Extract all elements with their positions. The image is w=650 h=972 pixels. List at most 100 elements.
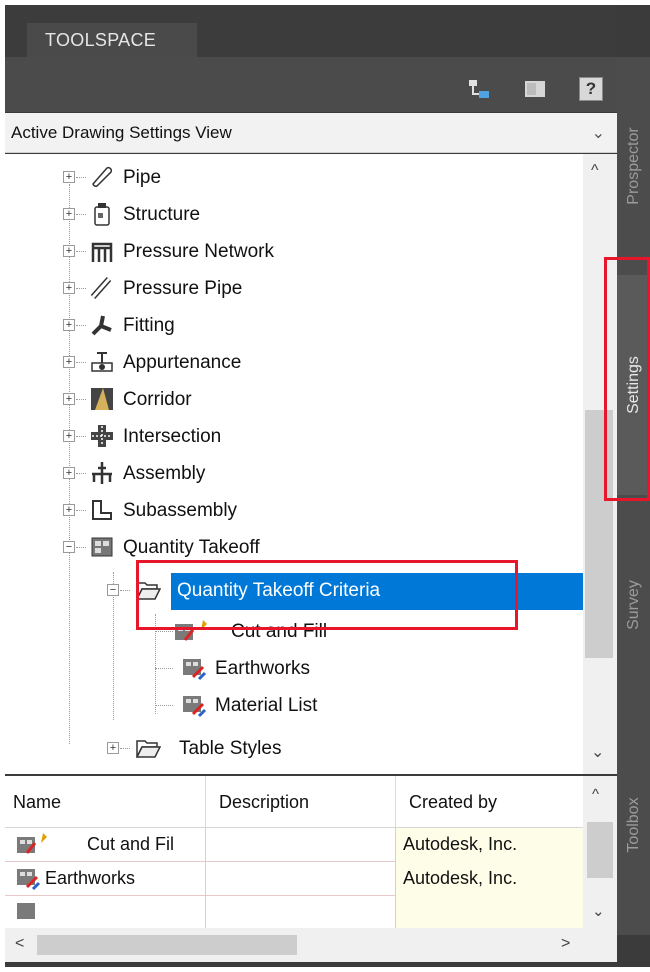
tree-connector bbox=[76, 399, 86, 400]
list-row[interactable]: Earthworks Autodesk, Inc. bbox=[5, 862, 583, 896]
structure-icon bbox=[89, 201, 115, 227]
scroll-left-icon[interactable]: < bbox=[15, 935, 24, 953]
tree-item-pipe[interactable]: + Pipe bbox=[5, 160, 583, 197]
cell-created-by: Autodesk, Inc. bbox=[403, 868, 518, 888]
scroll-right-icon[interactable]: > bbox=[561, 935, 570, 953]
view-select-dropdown[interactable]: Active Drawing Settings View ⌄ bbox=[5, 113, 617, 153]
expand-icon[interactable]: + bbox=[63, 319, 75, 331]
tree-item-table-styles[interactable]: + Table Styles bbox=[5, 731, 583, 768]
tree-connector bbox=[76, 362, 86, 363]
cell-created-by: Autodesk, Inc. bbox=[403, 834, 518, 854]
list-row[interactable]: Cut and Fil Autodesk, Inc. bbox=[5, 828, 583, 862]
tab-prospector[interactable]: Prospector bbox=[617, 57, 650, 275]
tree-scrollbar[interactable]: ^ ⌄ bbox=[583, 154, 617, 774]
tree-item-label: Subassembly bbox=[123, 500, 238, 521]
column-divider bbox=[205, 862, 206, 896]
column-divider bbox=[205, 896, 206, 928]
tree-connector bbox=[76, 547, 86, 548]
column-header-name[interactable]: Name bbox=[13, 792, 61, 813]
tree-item-label: Cut and Fill bbox=[231, 621, 328, 642]
tab-label: Settings bbox=[624, 356, 642, 414]
expand-icon[interactable]: + bbox=[63, 171, 75, 183]
tree-item-quantity-takeoff-criteria[interactable]: − Quantity Takeoff Criteria bbox=[5, 573, 583, 610]
tree-item-structure[interactable]: + Structure bbox=[5, 197, 583, 234]
expand-icon[interactable]: + bbox=[63, 356, 75, 368]
tree-item-corridor[interactable]: + Corridor bbox=[5, 382, 583, 419]
expand-icon[interactable]: + bbox=[63, 467, 75, 479]
collapse-icon[interactable]: − bbox=[107, 584, 119, 596]
tree-connector bbox=[155, 705, 173, 706]
tree-item-appurtenance[interactable]: + Appurtenance bbox=[5, 345, 583, 382]
tree-connector bbox=[76, 325, 86, 326]
collapse-icon[interactable]: − bbox=[63, 541, 75, 553]
tree-item-label: Table Styles bbox=[179, 738, 282, 759]
criteria-icon bbox=[15, 865, 41, 896]
scroll-down-icon[interactable]: ⌄ bbox=[591, 742, 604, 762]
corridor-icon bbox=[89, 386, 115, 412]
tree-item-earthworks[interactable]: Earthworks bbox=[5, 651, 583, 688]
quantity-takeoff-icon bbox=[89, 534, 115, 560]
tree-item-subassembly[interactable]: + Subassembly bbox=[5, 493, 583, 530]
tree-item-cut-and-fill[interactable]: Cut and Fill bbox=[5, 614, 583, 651]
tree-connector bbox=[76, 288, 86, 289]
tree-item-assembly[interactable]: + Assembly bbox=[5, 456, 583, 493]
help-button[interactable]: ? bbox=[579, 77, 603, 101]
tree-connector bbox=[76, 510, 86, 511]
tree-connector bbox=[76, 436, 86, 437]
column-header-description[interactable]: Description bbox=[219, 792, 309, 813]
scroll-up-icon[interactable]: ^ bbox=[592, 786, 599, 803]
window-title: TOOLSPACE bbox=[27, 23, 197, 57]
tree-connector bbox=[120, 748, 130, 749]
tab-label: Prospector bbox=[624, 127, 642, 205]
tree-item-fitting[interactable]: + Fitting bbox=[5, 308, 583, 345]
expand-icon[interactable]: + bbox=[63, 208, 75, 220]
column-divider[interactable] bbox=[395, 776, 396, 828]
scroll-thumb[interactable] bbox=[585, 410, 613, 658]
subassembly-icon bbox=[89, 497, 115, 523]
scroll-up-icon[interactable]: ^ bbox=[591, 162, 599, 180]
expand-icon[interactable]: + bbox=[63, 393, 75, 405]
expand-icon[interactable]: + bbox=[63, 282, 75, 294]
tab-survey[interactable]: Survey bbox=[617, 495, 650, 715]
toolbar: ? bbox=[5, 57, 617, 112]
appurtenance-icon bbox=[89, 349, 115, 375]
tree-item-pressure-pipe[interactable]: + Pressure Pipe bbox=[5, 271, 583, 308]
criteria-icon bbox=[181, 655, 207, 681]
list-horizontal-scrollbar[interactable]: < > bbox=[5, 928, 617, 962]
tree-connector bbox=[76, 473, 86, 474]
criteria-icon bbox=[181, 692, 207, 718]
settings-tree: + Pipe + Structure + Pressure Network + … bbox=[5, 154, 617, 774]
tree-item-label: Corridor bbox=[123, 389, 192, 410]
scroll-thumb[interactable] bbox=[587, 822, 613, 878]
folder-open-icon bbox=[135, 577, 162, 603]
item-list-view: Name Description Created by Cut and Fil … bbox=[5, 776, 617, 962]
tab-label: Survey bbox=[624, 580, 642, 630]
tree-item-material-list[interactable]: Material List bbox=[5, 688, 583, 725]
tree-item-quantity-takeoff[interactable]: − Quantity Takeoff bbox=[5, 530, 583, 567]
list-vertical-scrollbar[interactable]: ^ ⌄ bbox=[583, 776, 617, 928]
tree-view-icon bbox=[469, 80, 489, 98]
tree-item-pressure-network[interactable]: + Pressure Network bbox=[5, 234, 583, 271]
tree-view-button[interactable] bbox=[467, 77, 491, 101]
tab-toolbox[interactable]: Toolbox bbox=[617, 715, 650, 935]
expand-icon[interactable]: + bbox=[107, 742, 119, 754]
tab-settings[interactable]: Settings bbox=[617, 275, 650, 495]
item-view-button[interactable] bbox=[523, 77, 547, 101]
tree-connector bbox=[76, 177, 86, 178]
tree-item-intersection[interactable]: + Intersection bbox=[5, 419, 583, 456]
tree-item-label: Pressure Pipe bbox=[123, 278, 243, 299]
column-divider[interactable] bbox=[205, 776, 206, 828]
scroll-thumb[interactable] bbox=[37, 935, 297, 955]
pressure-network-icon bbox=[89, 238, 115, 264]
expand-icon[interactable]: + bbox=[63, 245, 75, 257]
expand-icon[interactable]: + bbox=[63, 430, 75, 442]
list-row-partial[interactable] bbox=[5, 896, 583, 928]
title-bar[interactable]: TOOLSPACE bbox=[5, 5, 617, 57]
scroll-down-icon[interactable]: ⌄ bbox=[592, 902, 605, 920]
tree-item-label: Fitting bbox=[123, 315, 175, 336]
tree-item-label: Intersection bbox=[123, 426, 222, 447]
expand-icon[interactable]: + bbox=[63, 504, 75, 516]
tree-item-label: Pipe bbox=[123, 167, 162, 188]
column-header-created-by[interactable]: Created by bbox=[409, 792, 497, 813]
tree-item-label: Structure bbox=[123, 204, 201, 225]
